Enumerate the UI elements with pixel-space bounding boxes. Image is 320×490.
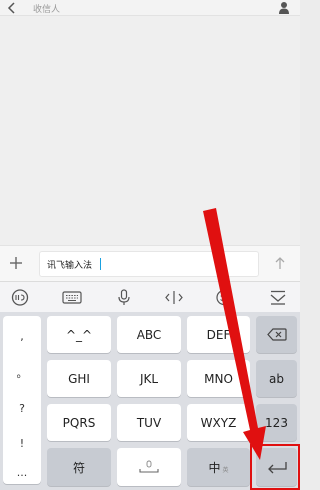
enter-icon <box>267 461 287 473</box>
language-switch-label: 中 <box>208 460 221 475</box>
key-ghi[interactable]: GHI <box>47 360 111 397</box>
ime-logo-icon[interactable] <box>10 289 30 306</box>
person-icon[interactable] <box>278 1 290 14</box>
emoji-icon[interactable] <box>214 289 234 306</box>
enter-key[interactable] <box>256 448 297 486</box>
symbol-exclaim-key[interactable]: ! <box>3 431 41 455</box>
text-caret <box>100 258 101 270</box>
key-emoticon[interactable]: ^_^ <box>47 316 111 353</box>
recipient-field[interactable]: 收信人 <box>33 2 60 15</box>
backspace-key[interactable] <box>256 316 297 353</box>
message-input[interactable]: 讯飞输入法 <box>39 251 259 277</box>
space-icon <box>139 460 159 473</box>
key-def[interactable]: DEF <box>187 316 250 353</box>
symbol-column[interactable]: , 。 ? ! ... <box>3 316 41 484</box>
cursor-move-icon[interactable] <box>164 289 184 306</box>
language-switch-key[interactable]: 中 英 <box>187 448 250 486</box>
composer-bar: 讯飞输入法 <box>0 245 300 281</box>
key-abc[interactable]: ABC <box>117 316 181 353</box>
backspace-icon <box>266 328 287 341</box>
message-input-value: 讯飞输入法 <box>47 261 93 271</box>
key-jkl[interactable]: JKL <box>117 360 181 397</box>
message-area <box>0 16 300 245</box>
header: 收信人 <box>0 0 300 16</box>
collapse-keyboard-icon[interactable] <box>268 289 288 306</box>
number-key[interactable]: 123 <box>256 404 297 441</box>
microphone-icon[interactable] <box>114 289 134 306</box>
keyboard-icon[interactable] <box>62 289 82 306</box>
keyboard: , 。 ? ! ... ^_^ ABC DEF GHI JKL MNO ab P… <box>0 312 300 490</box>
key-mno[interactable]: MNO <box>187 360 250 397</box>
back-icon[interactable] <box>6 1 18 15</box>
symbol-period-key[interactable]: 。 <box>3 361 41 385</box>
space-key[interactable] <box>117 448 181 486</box>
plus-icon[interactable] <box>9 256 23 270</box>
symbol-comma-key[interactable]: , <box>3 324 41 348</box>
key-pqrs[interactable]: PQRS <box>47 404 111 441</box>
key-tuv[interactable]: TUV <box>117 404 181 441</box>
symbol-question-key[interactable]: ? <box>3 396 41 420</box>
ab-key[interactable]: ab <box>256 360 297 397</box>
symbol-ellipsis-key[interactable]: ... <box>3 460 41 484</box>
symbol-key[interactable]: 符 <box>47 448 111 486</box>
language-switch-sublabel: 英 <box>222 466 229 474</box>
send-icon[interactable] <box>274 256 286 270</box>
key-wxyz[interactable]: WXYZ <box>187 404 250 441</box>
ime-toolbar <box>0 281 300 312</box>
